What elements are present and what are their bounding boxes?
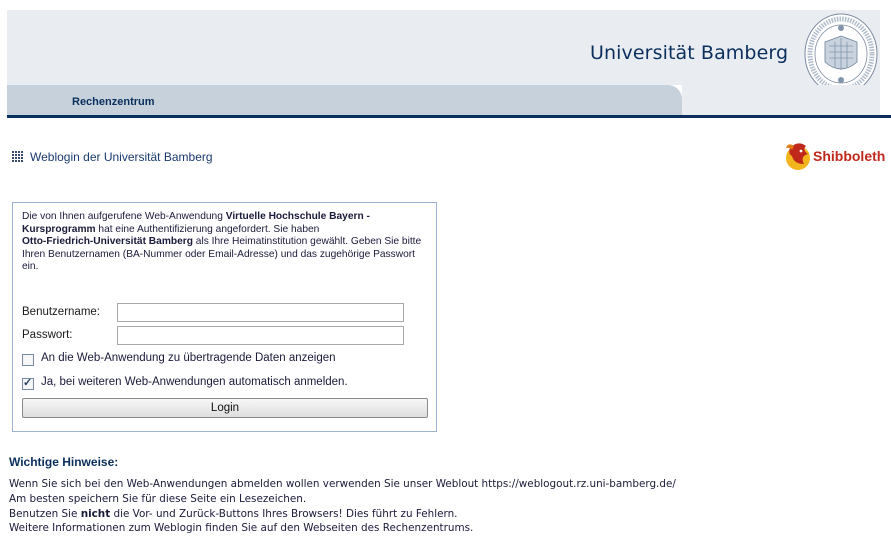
nav-item-rechenzentrum[interactable]: Rechenzentrum: [72, 96, 155, 108]
password-input[interactable]: [117, 326, 404, 345]
shibboleth-label: Shibboleth: [813, 148, 886, 164]
show-data-label[interactable]: An die Web-Anwendung zu übertragende Dat…: [41, 352, 336, 364]
header-divider: [7, 115, 891, 118]
intro-text-part2: hat eine Authentifizierung angefordert. …: [95, 223, 320, 235]
nav-bar-right: [682, 85, 880, 115]
note-more-info: Weitere Informationen zum Weblogin finde…: [9, 522, 474, 535]
intro-institution: Otto-Friedrich-Universität Bamberg: [22, 236, 193, 248]
auto-login-label[interactable]: Ja, bei weiteren Web-Anwendungen automat…: [41, 376, 348, 388]
page-title: Weblogin der Universität Bamberg: [30, 150, 213, 164]
login-intro-text: Die von Ihnen aufgerufene Web-Anwendung …: [22, 211, 422, 274]
notes-heading: Wichtige Hinweise:: [9, 455, 119, 469]
note-bookmark: Am besten speichern Sie für diese Seite …: [9, 492, 307, 505]
password-label: Passwort:: [22, 329, 73, 341]
username-input[interactable]: [117, 303, 404, 322]
show-data-checkbox[interactable]: [22, 354, 34, 366]
login-button[interactable]: Login: [22, 398, 428, 418]
university-name: Universität Bamberg: [590, 42, 789, 64]
note-navigation-pre: Benutzen Sie: [9, 507, 81, 520]
username-label: Benutzername:: [22, 306, 100, 318]
auto-login-checkbox[interactable]: [22, 376, 34, 390]
university-seal-logo: [804, 13, 878, 95]
notes-text: Wenn Sie sich bei den Web-Anwendungen ab…: [9, 477, 676, 536]
grid-icon: [12, 151, 24, 163]
intro-text-part1: Die von Ihnen aufgerufene Web-Anwendung: [22, 211, 226, 222]
note-logout: Wenn Sie sich bei den Web-Anwendungen ab…: [9, 478, 676, 490]
note-navigation-post: die Vor- und Zurück-Buttons Ihres Browse…: [110, 507, 458, 520]
login-panel: Die von Ihnen aufgerufene Web-Anwendung …: [12, 202, 437, 432]
note-navigation: Benutzen Sie nicht die Vor- und Zurück-B…: [9, 507, 676, 522]
note-navigation-bold: nicht: [80, 507, 111, 520]
shibboleth-dragon-icon: [786, 143, 810, 170]
